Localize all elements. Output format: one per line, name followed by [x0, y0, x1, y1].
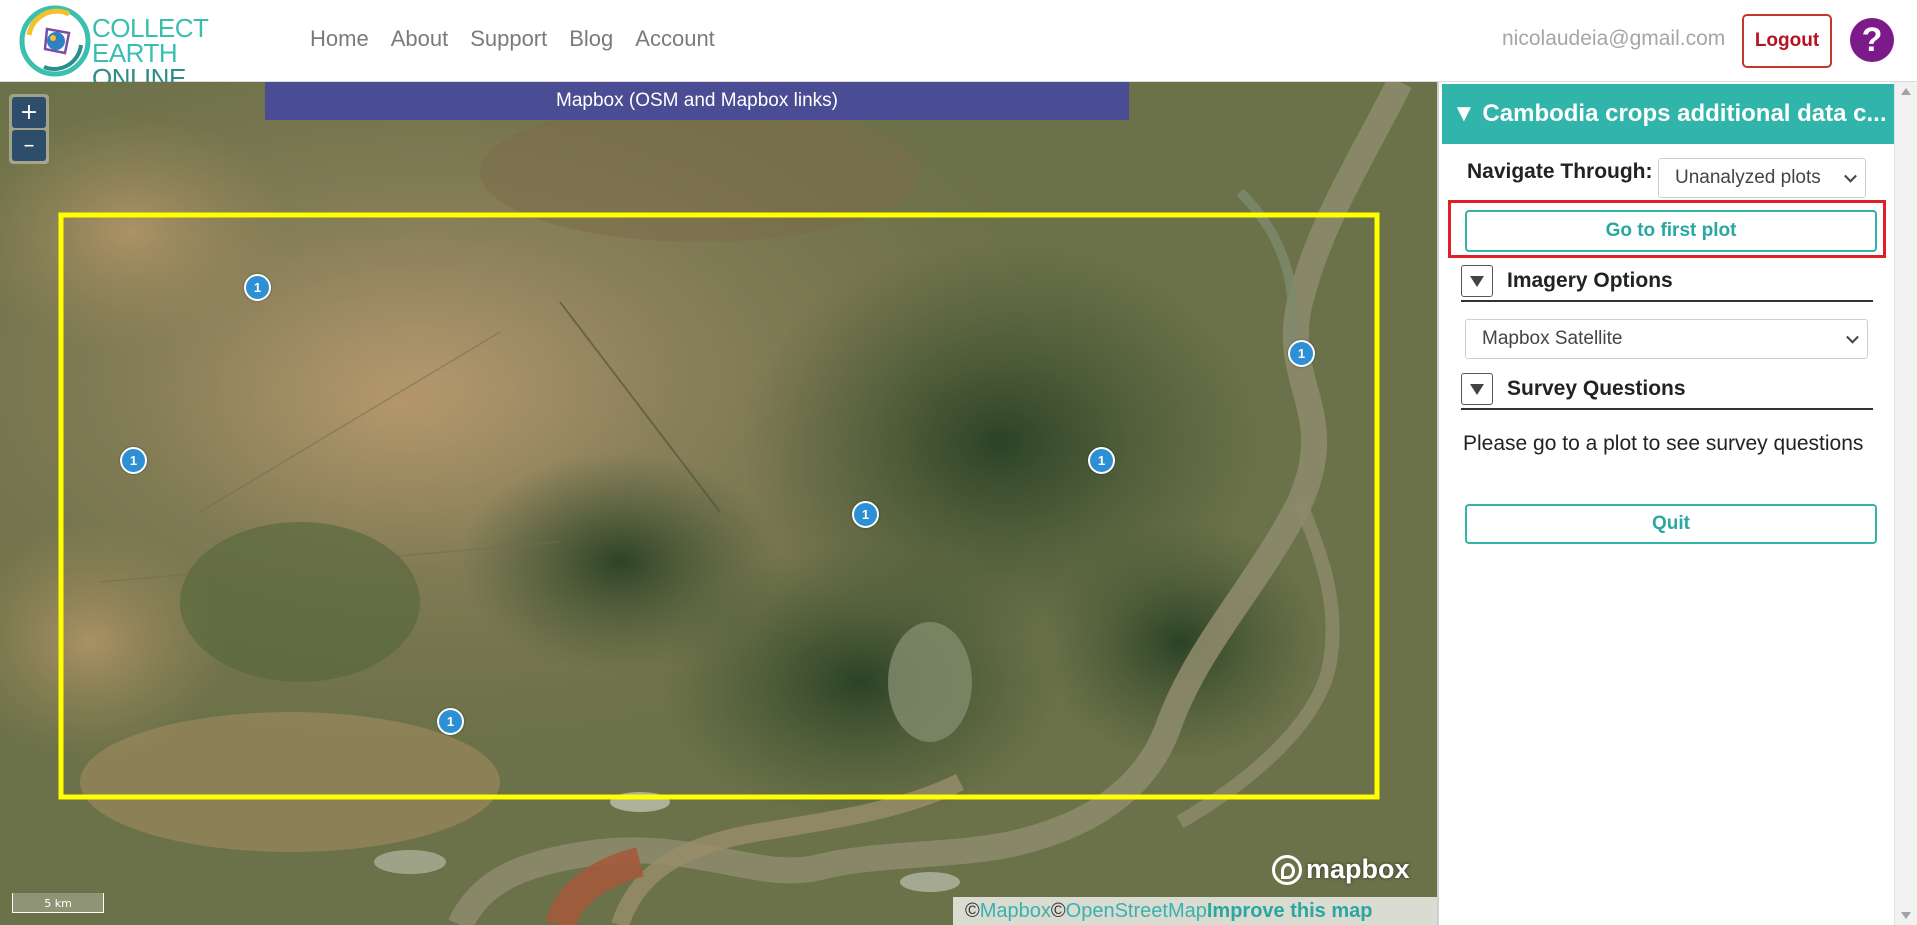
imagery-select-value: Mapbox Satellite	[1482, 328, 1623, 349]
quit-button[interactable]: Quit	[1465, 504, 1877, 544]
nav-home[interactable]: Home	[310, 26, 369, 52]
logout-button[interactable]: Logout	[1742, 14, 1832, 68]
imagery-options-header[interactable]: Imagery Options	[1461, 262, 1873, 302]
help-icon[interactable]: ?	[1850, 18, 1894, 62]
top-navbar: COLLECT EARTH ONLINE Home About Support …	[0, 0, 1917, 91]
mapbox-logo[interactable]: mapbox	[1272, 854, 1410, 885]
scroll-down-arrow-icon[interactable]	[1901, 912, 1911, 919]
collapse-toggle-icon[interactable]	[1461, 373, 1493, 405]
brand-line-1: COLLECT EARTH	[92, 13, 208, 68]
plot-marker[interactable]: 1	[244, 274, 271, 301]
map-view[interactable]: Mapbox (OSM and Mapbox links) + – 1 1 1 …	[0, 82, 1437, 925]
project-title[interactable]: ▼ Cambodia crops additional data c...	[1442, 84, 1894, 144]
brand-wordmark[interactable]: COLLECT EARTH ONLINE	[92, 13, 282, 91]
imagery-select[interactable]: Mapbox Satellite	[1465, 319, 1868, 359]
plot-marker[interactable]: 1	[1088, 447, 1115, 474]
nav-account[interactable]: Account	[635, 26, 715, 52]
map-attribution: © Mapbox © OpenStreetMap Improve this ma…	[953, 897, 1437, 925]
nav-blog[interactable]: Blog	[569, 26, 613, 52]
attribution-copyright: ©	[965, 899, 980, 922]
collapse-toggle-icon[interactable]	[1461, 265, 1493, 297]
zoom-controls: + –	[9, 94, 49, 164]
nav-about[interactable]: About	[391, 26, 449, 52]
attribution-mapbox-link[interactable]: Mapbox	[980, 900, 1051, 923]
imagery-banner: Mapbox (OSM and Mapbox links)	[265, 82, 1129, 120]
go-to-first-plot-button[interactable]: Go to first plot	[1465, 210, 1877, 252]
improve-map-link[interactable]: Improve this map	[1207, 900, 1373, 923]
chevron-down-icon	[1844, 169, 1857, 183]
navigate-through-value: Unanalyzed plots	[1675, 167, 1821, 188]
scale-bar: 5 km	[12, 893, 104, 913]
survey-placeholder-message: Please go to a plot to see survey questi…	[1463, 432, 1864, 455]
navigate-through-select[interactable]: Unanalyzed plots	[1658, 158, 1866, 198]
mapbox-logo-text: mapbox	[1306, 854, 1410, 884]
zoom-in-button[interactable]: +	[12, 97, 46, 128]
zoom-out-button[interactable]: –	[12, 130, 46, 161]
page-scrollbar[interactable]	[1894, 82, 1917, 925]
collection-sidebar: ▼ Cambodia crops additional data c... Na…	[1437, 82, 1894, 925]
plot-marker[interactable]: 1	[437, 708, 464, 735]
user-email: nicolaudeia@gmail.com	[1502, 27, 1726, 50]
survey-questions-title: Survey Questions	[1507, 377, 1686, 400]
plot-marker[interactable]: 1	[120, 447, 147, 474]
chevron-down-icon	[1846, 330, 1859, 344]
nav-support[interactable]: Support	[470, 26, 547, 52]
collect-earth-globe-icon[interactable]	[19, 5, 91, 77]
scroll-up-arrow-icon[interactable]	[1901, 88, 1911, 95]
satellite-imagery	[0, 82, 1437, 925]
navigate-through-label: Navigate Through:	[1467, 160, 1653, 183]
mapbox-logo-icon	[1272, 854, 1302, 885]
attribution-osm-link[interactable]: OpenStreetMap	[1066, 900, 1207, 923]
imagery-options-title: Imagery Options	[1507, 269, 1673, 292]
main-nav: Home About Support Blog Account	[310, 26, 737, 52]
plot-marker[interactable]: 1	[852, 501, 879, 528]
attribution-copyright: ©	[1050, 899, 1066, 922]
plot-marker[interactable]: 1	[1288, 340, 1315, 367]
survey-questions-header[interactable]: Survey Questions	[1461, 370, 1873, 410]
